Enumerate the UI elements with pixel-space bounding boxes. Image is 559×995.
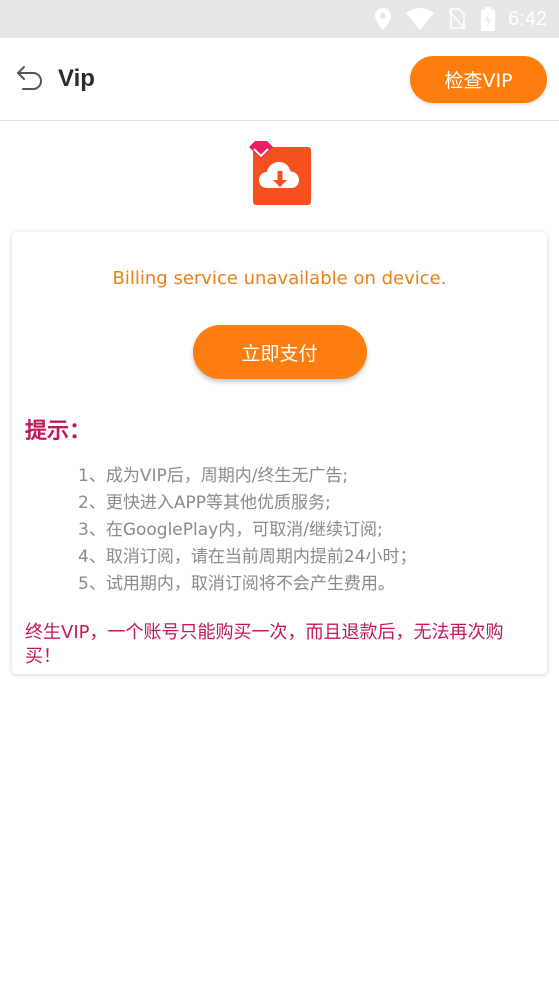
tip-item: 4、取消订阅，请在当前周期内提前24小时； bbox=[78, 547, 417, 567]
check-vip-button[interactable]: 检查VIP bbox=[410, 55, 547, 103]
app-bar: Vip 检查VIP bbox=[0, 38, 559, 121]
page-title: Vip bbox=[58, 65, 95, 92]
tip-item: 2、更快进入APP等其他优质服务; bbox=[78, 493, 331, 513]
status-bar: 6:42 bbox=[0, 0, 559, 38]
status-time: 6:42 bbox=[508, 7, 547, 30]
tip-item: 1、成为VIP后，周期内/终生无广告; bbox=[78, 466, 349, 486]
tip-item: 3、在GooglePlay内，可取消/继续订阅; bbox=[78, 520, 383, 540]
tips-title: 提示： bbox=[25, 419, 92, 444]
battery-icon bbox=[480, 7, 496, 31]
vip-card: Billing service unavailable on device. 立… bbox=[12, 232, 547, 674]
lifetime-vip-warning: 终生VIP，一个账号只能购买一次，而且退款后，无法再次购买！ bbox=[25, 622, 504, 667]
tip-item: 5、试用期内，取消订阅将不会产生费用。 bbox=[78, 574, 395, 594]
logo-area bbox=[0, 121, 559, 231]
tips-list: 1、成为VIP后，周期内/终生无广告; 2、更快进入APP等其他优质服务; 3、… bbox=[78, 463, 547, 598]
billing-status-message: Billing service unavailable on device. bbox=[112, 268, 447, 289]
no-sim-icon bbox=[446, 8, 468, 30]
location-icon bbox=[372, 8, 394, 30]
back-button[interactable] bbox=[14, 63, 46, 95]
pay-now-button[interactable]: 立即支付 bbox=[192, 325, 367, 379]
cloud-download-app-icon bbox=[247, 141, 313, 211]
wifi-icon bbox=[406, 8, 435, 30]
back-arrow-icon bbox=[15, 64, 45, 94]
